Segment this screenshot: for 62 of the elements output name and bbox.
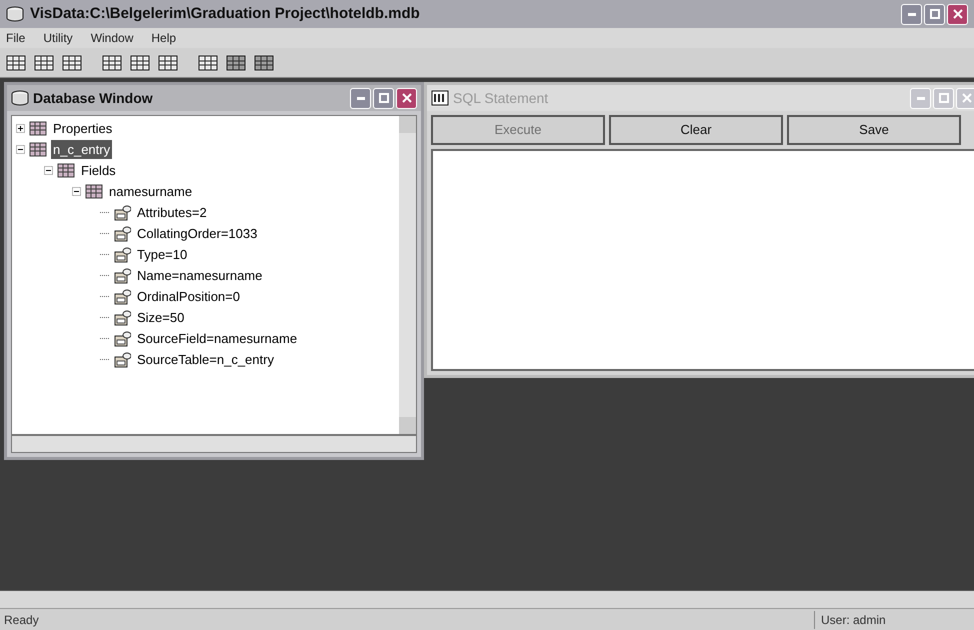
sql-text-area[interactable] bbox=[431, 149, 974, 371]
tree-item[interactable]: CollatingOrder=1033 bbox=[135, 224, 260, 244]
expand-icon[interactable] bbox=[16, 124, 25, 133]
status-user: User: admin bbox=[814, 610, 974, 628]
property-icon bbox=[113, 288, 131, 304]
tree-item[interactable]: Properties bbox=[51, 118, 114, 138]
property-icon bbox=[113, 268, 131, 284]
collapse-icon[interactable] bbox=[16, 145, 25, 154]
tree-item[interactable]: Attributes=2 bbox=[135, 202, 209, 222]
tree-item[interactable]: Size=50 bbox=[135, 308, 186, 328]
minimize-icon bbox=[916, 96, 924, 100]
close-icon bbox=[962, 93, 972, 103]
tree-item[interactable]: SourceTable=n_c_entry bbox=[135, 350, 276, 370]
close-button[interactable] bbox=[947, 4, 968, 24]
window-title: SQL Statement bbox=[453, 88, 548, 108]
grid-icon[interactable] bbox=[158, 54, 178, 72]
minimize-button[interactable] bbox=[350, 88, 371, 108]
minimize-button[interactable] bbox=[901, 4, 922, 24]
tree-item[interactable]: n_c_entry bbox=[51, 140, 112, 160]
tree-item[interactable]: Name=namesurname bbox=[135, 266, 264, 286]
close-button[interactable] bbox=[396, 88, 417, 108]
horizontal-scrollbar[interactable] bbox=[0, 590, 974, 608]
collapse-icon[interactable] bbox=[44, 166, 53, 175]
table-icon bbox=[29, 121, 47, 136]
menu-item[interactable]: Utility bbox=[43, 29, 73, 47]
tree-item[interactable]: Type=10 bbox=[135, 244, 190, 264]
minimize-icon bbox=[356, 96, 364, 100]
status-message: Ready bbox=[3, 612, 40, 628]
maximize-button[interactable] bbox=[373, 88, 394, 108]
horizontal-scrollbar[interactable] bbox=[11, 435, 417, 453]
toolbar-button[interactable]: Clear bbox=[609, 115, 783, 145]
grid-icon[interactable] bbox=[6, 54, 26, 72]
vertical-scrollbar[interactable] bbox=[399, 116, 416, 434]
property-icon bbox=[113, 310, 131, 326]
property-icon bbox=[113, 352, 131, 368]
collapse-icon[interactable] bbox=[72, 187, 81, 196]
maximize-button[interactable] bbox=[924, 4, 945, 24]
tree-item[interactable]: namesurname bbox=[107, 182, 194, 202]
tree-item[interactable]: OrdinalPosition=0 bbox=[135, 286, 242, 306]
menu-item[interactable]: Window bbox=[90, 29, 134, 47]
tree-item[interactable]: SourceField=namesurname bbox=[135, 328, 300, 348]
sql-icon bbox=[431, 90, 449, 106]
close-icon bbox=[952, 9, 962, 19]
property-icon bbox=[113, 330, 131, 346]
property-icon bbox=[113, 226, 131, 242]
tree-item[interactable]: Fields bbox=[79, 160, 118, 180]
table-icon bbox=[29, 142, 47, 157]
minimize-icon bbox=[908, 12, 916, 16]
property-icon bbox=[113, 246, 131, 262]
window-title: Database Window bbox=[33, 88, 153, 108]
table-icon bbox=[57, 163, 75, 178]
table-icon bbox=[85, 184, 103, 199]
property-icon bbox=[113, 204, 131, 220]
menu-item[interactable]: File bbox=[6, 29, 26, 47]
maximize-icon bbox=[938, 93, 948, 103]
menu-item[interactable]: Help bbox=[151, 29, 176, 47]
close-icon bbox=[402, 93, 412, 103]
maximize-icon bbox=[930, 9, 940, 19]
app-title: VisData:C:\Belgelerim\Graduation Project\hoteldb.mdb bbox=[30, 4, 420, 24]
maximize-icon bbox=[378, 93, 388, 103]
toolbar-button[interactable]: Save bbox=[787, 115, 961, 145]
table-icon[interactable] bbox=[34, 54, 54, 72]
